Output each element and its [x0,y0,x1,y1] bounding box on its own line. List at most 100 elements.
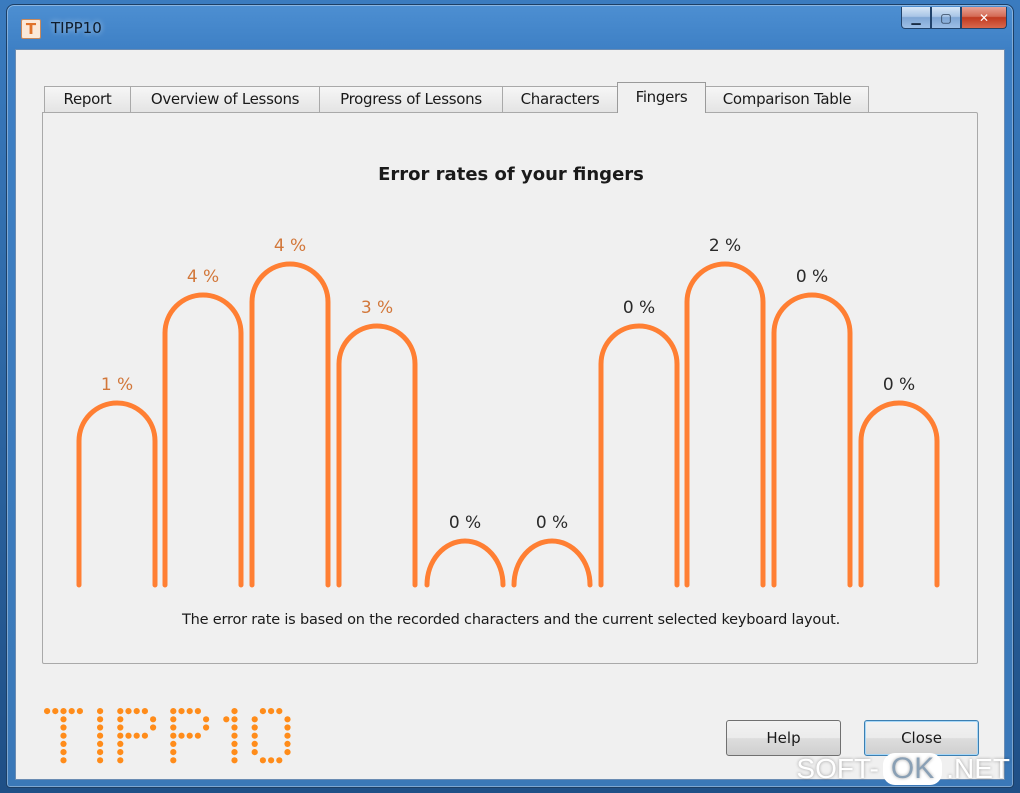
logo-dot [60,757,67,764]
finger-value-label-10: 0 % [883,375,915,395]
logo-dot [231,708,238,715]
logo-dot [125,708,132,715]
logo-dot [117,716,124,723]
logo-dot [133,732,140,739]
tab-report[interactable]: Report [44,86,131,112]
finger-arch-5 [424,538,506,588]
logo-dot [117,757,124,764]
logo-dot [170,724,177,731]
logo-dot [231,732,238,739]
logo-dot [68,708,75,715]
tab-comparison-table[interactable]: Comparison Table [705,86,869,112]
logo-dot [60,749,67,756]
title-bar[interactable]: T TIPP10 ▁ ▢ ✕ [7,5,1013,49]
logo-dot [170,749,177,756]
client-area: Report Overview of Lessons Progress of L… [15,49,1005,780]
logo-dot [97,757,104,764]
logo-dot [170,732,177,739]
finger-arch-6 [511,538,593,588]
tab-overview-of-lessons[interactable]: Overview of Lessons [130,86,320,112]
close-button[interactable]: Close [864,720,979,756]
logo-dot [268,757,275,764]
logo-dot [186,732,193,739]
finger-value-label-6: 0 % [536,513,568,533]
logo-dot [60,740,67,747]
logo-dot [251,740,258,747]
logo-dot [170,716,177,723]
logo-dot [52,708,59,715]
watermark-middle: OK [882,753,943,785]
watermark-left: SOFT- [796,753,879,784]
finger-value-label-5: 0 % [449,513,481,533]
logo-dot [284,732,291,739]
maximize-icon[interactable]: ▢ [931,7,961,29]
logo-dot [44,708,51,715]
finger-arch-3 [249,261,331,588]
logo-dot [284,724,291,731]
logo-dot [268,708,275,715]
logo-dot [259,708,266,715]
finger-value-label-1: 1 % [101,375,133,395]
logo-dot [97,740,104,747]
logo-dot [251,732,258,739]
logo-dot [231,716,238,723]
logo-dot [60,708,67,715]
watermark-right: .NET [946,753,1010,784]
finger-value-label-3: 4 % [274,236,306,256]
logo-dot [133,708,140,715]
watermark: SOFT- OK .NET [796,753,1010,785]
finger-error-chart: 1 % 4 % 4 % 3 % 0 % 0 % 0 % 2 % 0 % 0 % [76,236,940,588]
tab-fingers[interactable]: Fingers [617,82,706,113]
logo-dot [97,708,104,715]
footnote-text: The error rate is based on the recorded … [182,612,840,628]
finger-arch-2 [162,292,244,588]
logo-dot [231,749,238,756]
minimize-icon[interactable]: ▁ [901,7,931,29]
logo-dot [203,716,210,723]
finger-value-label-7: 0 % [623,298,655,318]
logo-dot [97,732,104,739]
logo-dot [141,708,148,715]
logo-dot [231,724,238,731]
logo-dot [251,716,258,723]
logo-dot [203,724,210,731]
window-title: TIPP10 [51,19,102,37]
logo-dot [117,732,124,739]
help-button[interactable]: Help [726,720,841,756]
logo-dot [194,732,201,739]
logo-dot [231,740,238,747]
logo-dot [231,757,238,764]
logo-dot [223,716,230,723]
logo-dot [276,757,283,764]
caption-buttons: ▁ ▢ ✕ [901,7,1007,29]
logo-dot [125,732,132,739]
tipp10-logo [44,708,291,764]
finger-value-label-2: 4 % [187,267,219,287]
close-icon[interactable]: ✕ [961,7,1007,29]
logo-dot [284,716,291,723]
logo-dot [117,708,124,715]
tab-progress-of-lessons[interactable]: Progress of Lessons [319,86,503,112]
logo-dot [97,749,104,756]
logo-dot [170,740,177,747]
logo-dot [251,749,258,756]
tab-characters[interactable]: Characters [502,86,618,112]
finger-arch-7 [598,323,680,588]
finger-value-label-4: 3 % [361,298,393,318]
logo-dot [141,732,148,739]
logo-dot [117,740,124,747]
logo-dot [251,724,258,731]
logo-dot [259,757,266,764]
logo-dot [170,757,177,764]
logo-dot [60,732,67,739]
logo-dot [117,749,124,756]
fingers-panel: Error rates of your fingers 1 % 4 % 4 % 3 %… [42,112,978,664]
logo-dot [276,708,283,715]
finger-arch-10 [858,400,940,588]
finger-arch-8 [684,261,766,588]
logo-dot [60,724,67,731]
finger-arch-9 [771,292,853,588]
logo-dot [97,716,104,723]
app-icon: T [21,19,41,39]
logo-dot [60,716,67,723]
